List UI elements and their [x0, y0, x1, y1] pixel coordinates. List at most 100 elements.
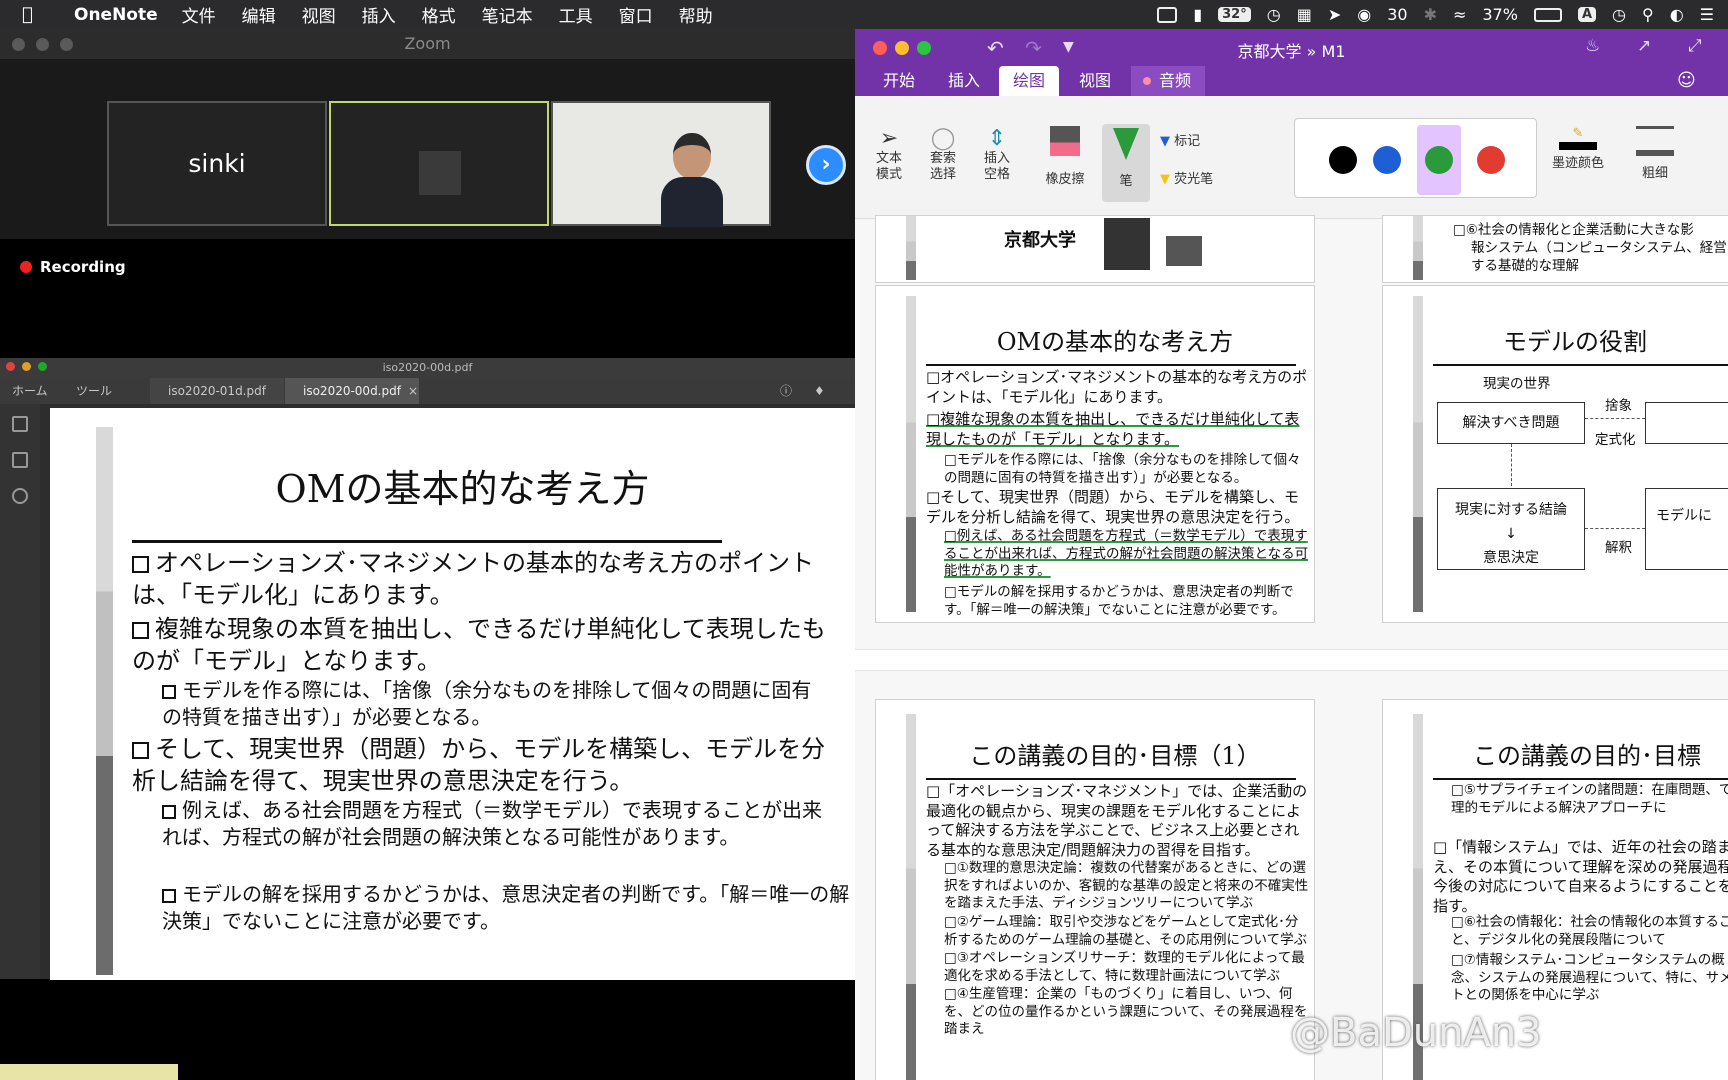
wechat-icon[interactable]: ◉: [1357, 5, 1371, 24]
timer-icon[interactable]: ◷: [1267, 5, 1281, 24]
slide-point-1: オペレーションズ･マネジメントの基本的な考え方のポイントは、「モデル化」にありま…: [132, 549, 815, 610]
bookmark-icon[interactable]: [12, 452, 28, 468]
ink-color-button[interactable]: ✎ 墨迹颜色: [1543, 126, 1613, 172]
logo-image: [1166, 236, 1202, 266]
tab-home[interactable]: ホーム: [12, 378, 48, 404]
wifi-icon[interactable]: ≈: [1453, 5, 1466, 24]
cursor-icon: ➢: [879, 126, 899, 151]
recording-indicator[interactable]: Recording: [20, 258, 126, 276]
video-tile-sinki[interactable]: sinki: [107, 101, 327, 226]
zoom-dot[interactable]: [38, 362, 47, 371]
slide-point-2: 複雑な現象の本質を抽出し、できるだけ単純化して表現したものが「モデル」となります…: [132, 615, 826, 676]
input-source[interactable]: A: [1577, 7, 1596, 22]
menu-help[interactable]: 帮助: [679, 2, 713, 27]
app-menu[interactable]: OneNote: [74, 5, 158, 25]
bell-icon[interactable]: ♦: [814, 378, 825, 404]
pen-color-blue[interactable]: [1373, 146, 1401, 174]
video-tile-lecturer[interactable]: [551, 101, 771, 227]
card-title: この講義の目的･目標: [1473, 742, 1701, 770]
flow-box-model: モデルに: [1645, 488, 1728, 570]
video-tile-active[interactable]: [329, 101, 549, 226]
minimize-dot[interactable]: [22, 362, 31, 371]
menu-edit[interactable]: 编辑: [242, 2, 276, 27]
tab-insert[interactable]: 插入: [934, 66, 994, 96]
zoom-dot[interactable]: [60, 38, 73, 51]
close-dot[interactable]: [12, 38, 25, 51]
close-dot[interactable]: [6, 362, 15, 371]
draw-ribbon: ➢ 文本 模式 ◯ 套索 选择 ⇕ 插入 空格 橡皮擦 笔 ▼ 标记 ▼ 荧光笔 ✎ 墨…: [855, 96, 1728, 219]
pen-color-red[interactable]: [1477, 146, 1505, 174]
pages-icon[interactable]: [12, 416, 28, 432]
onenote-titlebar: ↶ ↷ ▼ 京都大学 » M1 ♨ ↗ ⤢ 开始 插入 绘图 视图 音频 ☺: [855, 29, 1728, 96]
highlighter-button[interactable]: ▼ 荧光笔: [1160, 168, 1240, 187]
goal-point-8: □⑥社会の情報化：社会の情報化の本質すること、デジタル化の発展段階について: [1451, 914, 1728, 948]
menu-format[interactable]: 格式: [422, 2, 456, 27]
pen-color-palette: [1294, 118, 1537, 198]
clock-icon[interactable]: ◷: [1612, 5, 1626, 24]
tab-audio[interactable]: 音频: [1131, 66, 1206, 96]
menu-notebook[interactable]: 笔记本: [482, 2, 533, 27]
menu-tools[interactable]: 工具: [559, 2, 593, 27]
minimize-dot[interactable]: [36, 38, 49, 51]
attachment-icon[interactable]: [12, 488, 28, 504]
help-icon[interactable]: ⓘ: [780, 378, 792, 404]
pen-color-green[interactable]: [1425, 146, 1453, 174]
lasso-icon: ◯: [930, 126, 956, 151]
menu-file[interactable]: 文件: [182, 2, 216, 27]
share-icon[interactable]: ↗: [1637, 36, 1651, 56]
camera-icon[interactable]: [1157, 6, 1178, 23]
flow-arrow: [1511, 444, 1512, 486]
tab-close-icon[interactable]: ×: [408, 378, 418, 404]
tab-pdf-00d[interactable]: iso2020-00d.pdf: [285, 378, 419, 404]
goal-point-6: □⑤サプライチェインの諸問題：在庫問題、て数理的モデルによる解決アプローチに: [1451, 782, 1728, 816]
notification-icon[interactable]: ♨: [1585, 36, 1600, 56]
title-rule: [1433, 364, 1728, 366]
status-area: ▮ 32° ◷ ▦ ➤ ◉ 30 ✱ ≈ 37% A ◷ ⚲ ◐ ☰: [1157, 0, 1714, 29]
pdf-titlebar: iso2020-00d.pdf: [0, 358, 855, 378]
bluetooth-icon[interactable]: ✱: [1424, 5, 1437, 24]
battery-percent: 37%: [1482, 5, 1518, 24]
insert-space-button[interactable]: ⇕ 插入 空格: [977, 126, 1017, 184]
eraser-button[interactable]: 橡皮擦: [1037, 126, 1093, 188]
tab-view[interactable]: 视图: [1065, 66, 1125, 96]
menu-window[interactable]: 窗口: [619, 2, 653, 27]
bookmark-icon[interactable]: ▮: [1193, 5, 1202, 24]
apple-icon[interactable]: : [22, 4, 52, 25]
onenote-window: ↶ ↷ ▼ 京都大学 » M1 ♨ ↗ ⤢ 开始 插入 绘图 视图 音频 ☺ ➢…: [855, 29, 1728, 1080]
search-icon[interactable]: ⚲: [1642, 5, 1654, 24]
flow-text: 現実に対する結論: [1455, 502, 1567, 518]
lasso-select-button[interactable]: ◯ 套索 选择: [923, 126, 963, 184]
temperature-badge[interactable]: 32°: [1218, 7, 1251, 22]
ribbon-tabs: 开始 插入 绘图 视图 音频 ☺: [855, 66, 1728, 96]
control-center-icon[interactable]: ☰: [1700, 5, 1714, 24]
tab-pdf-01d[interactable]: iso2020-01d.pdf: [150, 378, 284, 404]
record-dot-icon: [20, 261, 32, 273]
thickness-button[interactable]: 粗细: [1625, 126, 1685, 182]
card-line: □⑥社会の情報化と企業活動に大きな影: [1453, 222, 1694, 238]
send-icon[interactable]: ➤: [1328, 5, 1341, 24]
tab-tools[interactable]: ツール: [76, 378, 112, 404]
menu-view[interactable]: 视图: [302, 2, 336, 27]
pdf-tabbar: ホーム ツール iso2020-01d.pdf iso2020-00d.pdf …: [0, 378, 855, 404]
tab-draw[interactable]: 绘图: [999, 66, 1060, 96]
next-page-button[interactable]: ›: [806, 145, 846, 185]
flow-text: ↓: [1505, 525, 1517, 542]
marker-button[interactable]: ▼ 标记: [1160, 130, 1240, 149]
goal-point-5: □④生産管理：企業の「ものづくり」に着目し、いつ、何を、どの位の量作るかという課…: [944, 986, 1308, 1038]
flow-box-model-top: [1645, 402, 1728, 444]
slide-card-om: OMの基本的な考え方 □オペレーションズ･マネジメントの基本的な考え方のポイント…: [875, 285, 1315, 623]
card-title: 京都大学: [1004, 230, 1076, 251]
battery-icon[interactable]: [1533, 7, 1562, 22]
slide-card-goals-1: この講義の目的･目標（1） □「オペレーションズ･マネジメント」では、企業活動の…: [875, 699, 1315, 1080]
menu-insert[interactable]: 插入: [362, 2, 396, 27]
pen-button[interactable]: 笔: [1102, 124, 1150, 202]
layout-icon[interactable]: ▦: [1297, 5, 1312, 24]
om-point-4: □そして、現実世界（問題）から、モデルを構築し、モデルを分析し結論を得て、現実世…: [926, 488, 1300, 526]
account-icon[interactable]: ☺: [1663, 66, 1710, 96]
siri-icon[interactable]: ◐: [1670, 5, 1684, 24]
tab-home[interactable]: 开始: [869, 66, 929, 96]
flow-label: 定式化: [1595, 432, 1636, 448]
fullscreen-icon[interactable]: ⤢: [1688, 36, 1702, 56]
text-mode-button[interactable]: ➢ 文本 模式: [869, 126, 909, 184]
pen-color-black[interactable]: [1329, 146, 1357, 174]
